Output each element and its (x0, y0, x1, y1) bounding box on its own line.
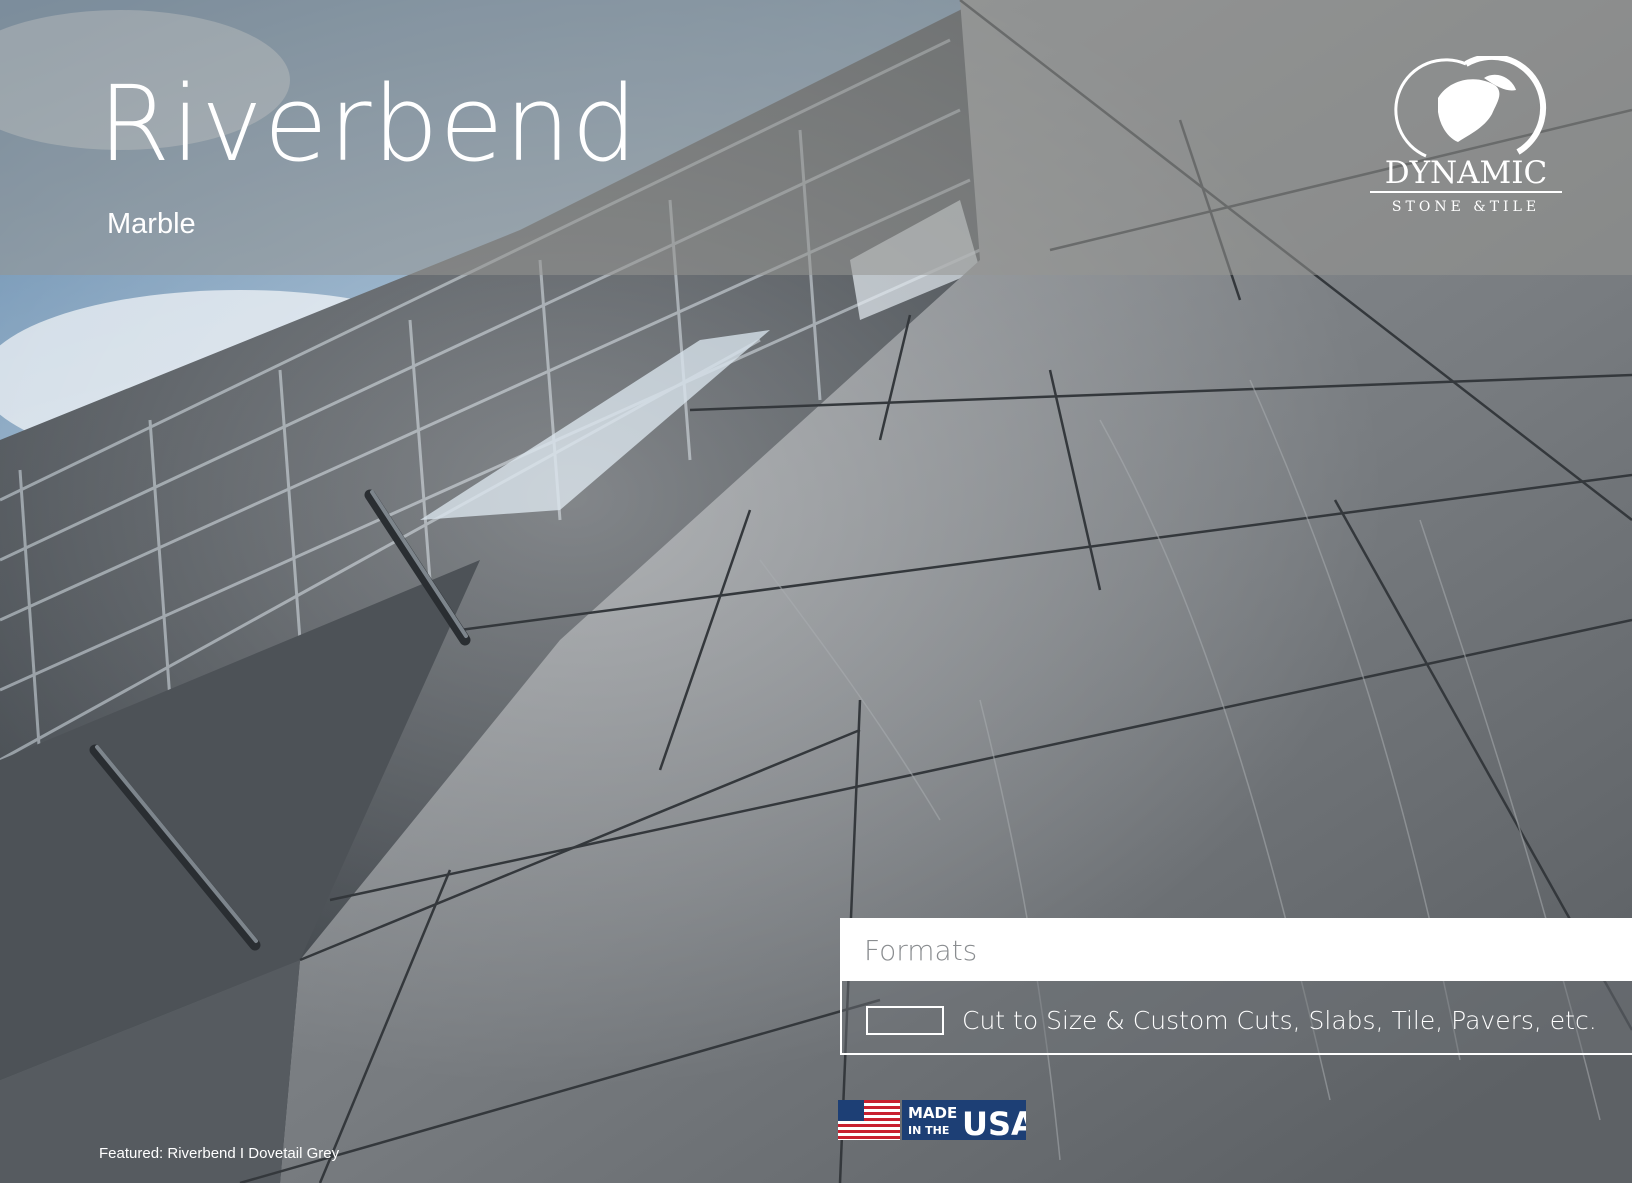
globe-icon (1394, 56, 1547, 158)
product-title: Riverbend (98, 63, 639, 185)
product-subtitle: Marble (107, 208, 196, 240)
badge-country: USA (962, 1105, 1026, 1140)
format-description: Cut to Size & Custom Cuts, Slabs, Tile, … (962, 1006, 1597, 1035)
brand-logo: DYNAMIC STONE &TILE (1370, 56, 1562, 215)
featured-caption: Featured: Riverbend I Dovetail Grey (99, 1145, 340, 1162)
format-swatch (866, 1006, 944, 1035)
brand-tagline: STONE &TILE (1392, 199, 1540, 215)
formats-panel: Formats Cut to Size & Custom Cuts, Slabs… (840, 918, 1632, 1055)
made-in-usa-badge: MADE IN THE USA (838, 1100, 1026, 1140)
formats-header: Formats (842, 920, 1632, 981)
badge-made: MADE (908, 1104, 957, 1122)
badge-in-the: IN THE (908, 1124, 949, 1137)
us-flag-icon (838, 1100, 900, 1140)
brand-name: DYNAMIC (1385, 155, 1548, 191)
formats-heading: Formats (864, 934, 978, 967)
